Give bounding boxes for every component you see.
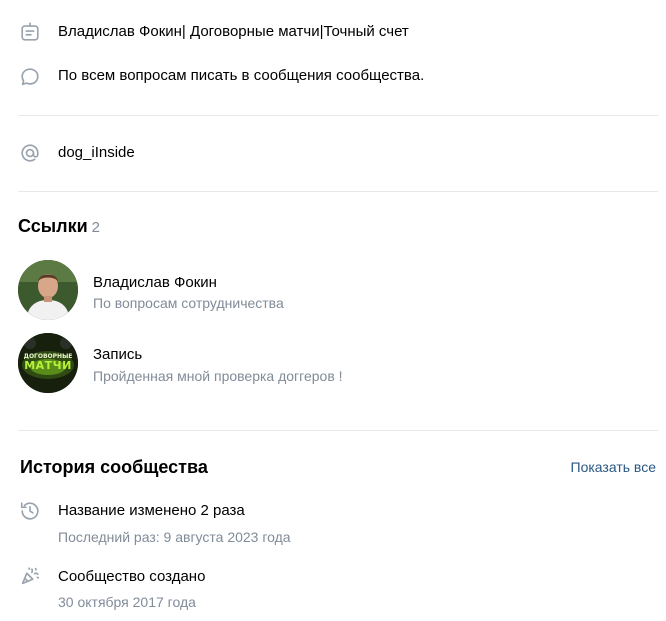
divider <box>18 430 658 431</box>
links-section-title: Ссылки 2 <box>18 215 100 239</box>
divider <box>18 191 658 192</box>
description-icon <box>19 21 41 43</box>
link-title[interactable]: Владислав Фокин <box>93 273 217 293</box>
link-avatar-post[interactable]: ДОГОВОРНЫЕ МАТЧИ <box>18 333 78 393</box>
person-photo-icon <box>18 260 78 320</box>
post-cover-title: МАТЧИ <box>24 359 72 372</box>
show-all-link[interactable]: Показать все <box>571 458 656 476</box>
contact-note: По всем вопросам писать в сообщения сооб… <box>58 67 425 84</box>
community-handle[interactable]: dog_iInside <box>58 143 135 163</box>
link-subtitle: Пройденная мной проверка доггеров ! <box>93 368 343 384</box>
links-title: Ссылки <box>18 216 88 236</box>
history-item-title: Сообщество создано <box>58 568 206 585</box>
divider <box>18 115 658 116</box>
party-popper-icon <box>19 565 41 587</box>
link-avatar-person[interactable] <box>18 260 78 320</box>
history-section-title: История сообщества <box>20 457 208 477</box>
link-subtitle: По вопросам сотрудничества <box>93 295 284 311</box>
links-count: 2 <box>91 219 100 236</box>
message-bubble-icon <box>19 66 41 88</box>
link-title[interactable]: Запись <box>93 345 142 365</box>
history-item-subtitle: 30 октября 2017 года <box>58 594 196 610</box>
community-description: Владислав Фокин| Договорные матчи|Точный… <box>58 23 409 40</box>
history-item-subtitle: Последний раз: 9 августа 2023 года <box>58 529 291 545</box>
at-sign-icon <box>19 142 41 164</box>
history-clock-icon <box>19 500 41 522</box>
history-item-title: Название изменено 2 раза <box>58 502 245 519</box>
